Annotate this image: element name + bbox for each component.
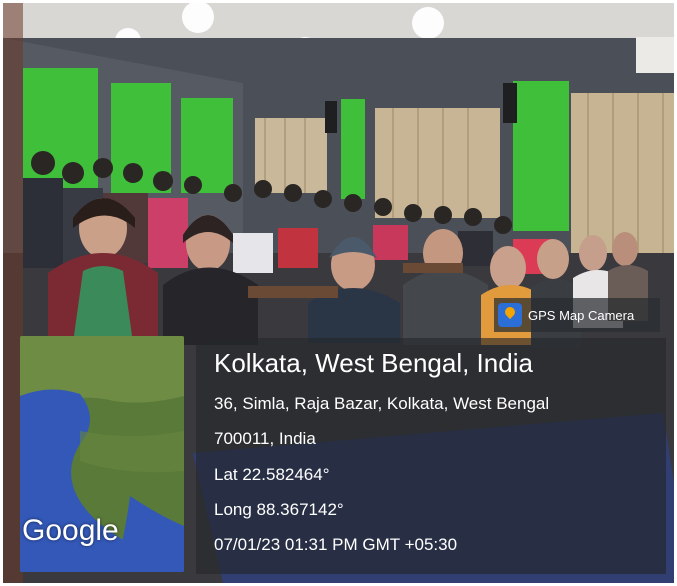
google-watermark: Google <box>22 514 119 547</box>
location-title: Kolkata, West Bengal, India <box>214 348 533 378</box>
gps-badge-label: GPS Map Camera <box>528 307 635 323</box>
gps-map-camera-badge: GPS Map Camera <box>494 298 660 332</box>
speaker <box>503 83 517 123</box>
latitude-text: Lat 22.582464° <box>214 465 330 484</box>
green-panel <box>513 81 569 231</box>
address-line-2: 700011, India <box>214 429 316 448</box>
green-panel <box>341 99 365 199</box>
longitude-text: Long 88.367142° <box>214 500 344 519</box>
speaker <box>325 101 337 133</box>
map-pin-icon <box>498 303 522 327</box>
air-conditioner <box>636 37 674 73</box>
address-line-1: 36, Simla, Raja Bazar, Kolkata, West Ben… <box>214 394 550 413</box>
ceiling-light <box>412 7 444 39</box>
timestamp-text: 07/01/23 01:31 PM GMT +05:30 <box>214 535 458 554</box>
photo-frame: GPS Map Camera Google Kolkata, West Beng… <box>0 0 677 586</box>
